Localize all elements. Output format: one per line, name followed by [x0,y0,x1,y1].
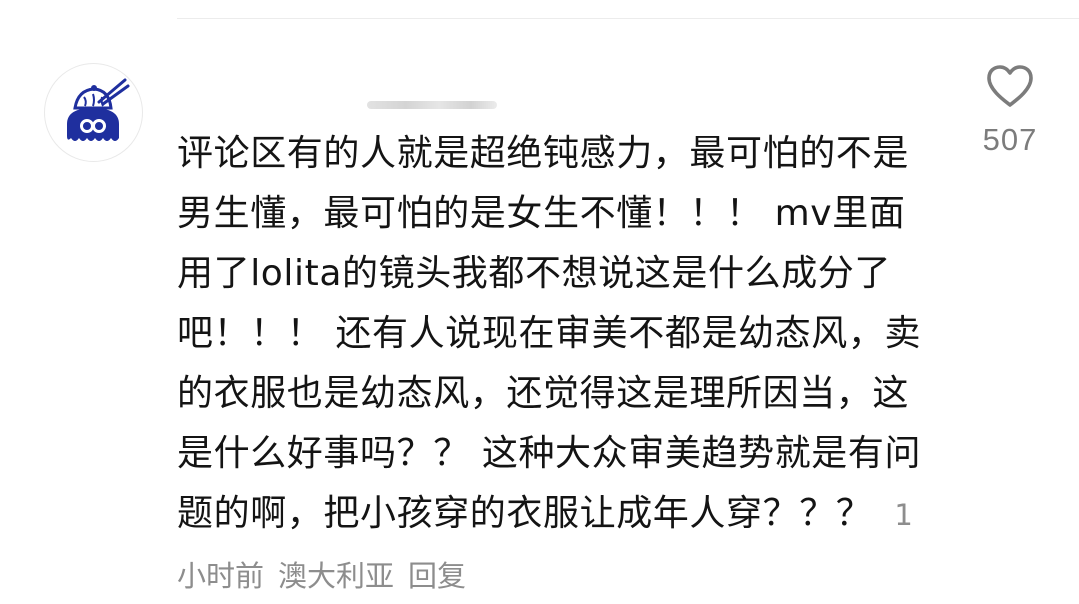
username-redacted[interactable] [177,86,517,110]
comment-body: 评论区有的人就是超绝钝感力，最可怕的不是男生懂，最可怕的是女生不懂！！！ mv里… [177,124,925,604]
reply-button[interactable]: 回复 [408,559,466,593]
username-blur [367,101,497,109]
avatar[interactable] [44,63,143,162]
top-divider [177,18,1079,19]
comment-text: 评论区有的人就是超绝钝感力，最可怕的不是男生懂，最可怕的是女生不懂！！！ mv里… [177,133,922,534]
like-button[interactable]: 507 [970,64,1050,158]
heart-outline-icon [987,65,1033,107]
squid-icon [67,78,130,141]
like-count: 507 [982,122,1038,157]
comment-location: 澳大利亚 [278,559,395,593]
